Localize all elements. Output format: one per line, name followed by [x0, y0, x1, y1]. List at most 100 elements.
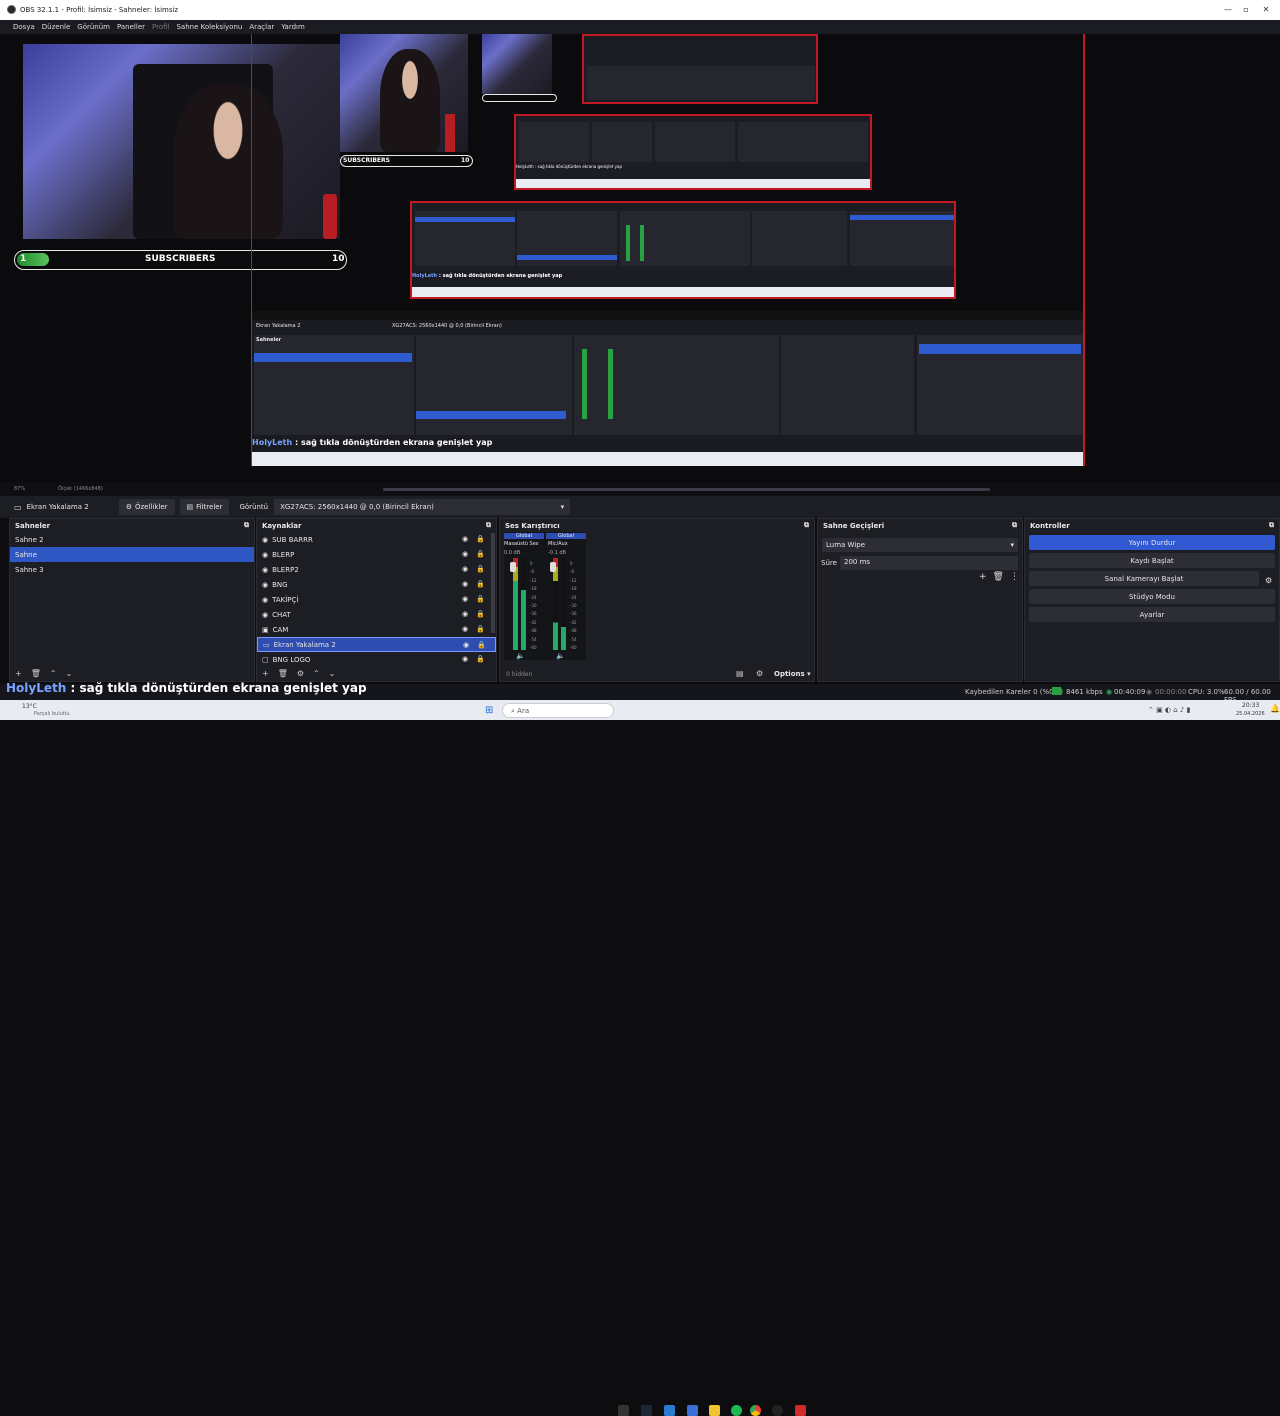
source-settings-icon[interactable]: ⚙ — [297, 669, 304, 678]
mic-volume-slider[interactable] — [550, 562, 556, 572]
lock-icon[interactable]: 🔒 — [476, 535, 485, 543]
close-icon[interactable]: ✕ — [1258, 5, 1274, 15]
steam-icon[interactable] — [641, 1405, 652, 1416]
speaker-icon[interactable]: 🔈 — [556, 652, 565, 660]
start-recording-button[interactable]: Kaydı Başlat — [1029, 553, 1275, 568]
source-item[interactable]: ◉ BNG ◉ 🔒 — [257, 577, 496, 592]
properties-button[interactable]: ⚙ Özellikler — [118, 499, 175, 515]
remove-source-icon[interactable]: 🗑 — [278, 669, 288, 678]
start-icon[interactable]: ⊞ — [485, 705, 493, 716]
source-item-selected[interactable]: ▭ Ekran Yakalama 2 ◉ 🔒 — [257, 637, 496, 652]
visibility-eye-icon[interactable]: ◉ — [462, 580, 468, 588]
task-view-icon[interactable] — [618, 1405, 629, 1416]
lock-icon[interactable]: 🔒 — [476, 610, 485, 618]
visibility-eye-icon[interactable]: ◉ — [462, 550, 468, 558]
speaker-icon[interactable]: 🔈 — [516, 652, 525, 660]
undock-icon[interactable]: ⧉ — [1012, 521, 1017, 530]
move-down-icon[interactable]: ⌄ — [329, 669, 336, 678]
source-item[interactable]: ◉ SUB BARRR ◉ 🔒 — [257, 532, 496, 547]
visibility-eye-icon[interactable]: ◉ — [462, 565, 468, 573]
display-select[interactable]: XG27ACS: 2560x1440 @ 0,0 (Birincil Ekran… — [274, 499, 571, 515]
undock-icon[interactable]: ⧉ — [1269, 521, 1274, 530]
app-icon[interactable] — [664, 1405, 675, 1416]
mixer-settings-icon[interactable]: ⚙ — [756, 669, 763, 678]
horizontal-scrollbar[interactable] — [383, 488, 990, 491]
remove-transition-icon[interactable]: 🗑 — [993, 572, 1004, 582]
visibility-eye-icon[interactable]: ◉ — [462, 595, 468, 603]
source-item[interactable]: ▣ CAM ◉ 🔒 — [257, 622, 496, 637]
add-scene-icon[interactable]: + — [15, 669, 22, 678]
menu-item-tools[interactable]: Araçlar — [249, 23, 274, 31]
source-item[interactable]: ◉ BLERP ◉ 🔒 — [257, 547, 496, 562]
desktop-volume-slider[interactable] — [510, 562, 516, 572]
scene-item-selected[interactable]: Sahne — [10, 547, 254, 562]
scene-item[interactable]: Sahne 2 — [10, 532, 254, 547]
remove-scene-icon[interactable]: 🗑 — [31, 669, 41, 678]
move-up-icon[interactable]: ⌃ — [313, 669, 320, 678]
menu-item-scene-collection[interactable]: Sahne Koleksiyonu — [176, 23, 242, 31]
lock-icon[interactable]: 🔒 — [476, 550, 485, 558]
tray-icons[interactable]: ⌃ ▣ ◐ ⌂ ♪ ▮ — [1148, 706, 1190, 714]
scene-item[interactable]: Sahne 3 — [10, 562, 254, 577]
menu-item-view[interactable]: Görünüm — [77, 23, 110, 31]
menu-item-help[interactable]: Yardım — [281, 23, 305, 31]
options-button[interactable]: Options ▾ — [774, 670, 811, 678]
canvas-scale[interactable]: Ölçek (1466x848) — [58, 486, 103, 492]
more-icon[interactable]: ⋮ — [1010, 572, 1019, 582]
visibility-eye-icon[interactable]: ◉ — [463, 641, 469, 649]
app-red-icon[interactable] — [795, 1405, 806, 1416]
settings-button[interactable]: Ayarlar — [1029, 607, 1275, 622]
studio-mode-button[interactable]: Stüdyo Modu — [1029, 589, 1275, 604]
controls-title: Kontroller — [1030, 521, 1070, 530]
lock-icon[interactable]: 🔒 — [477, 641, 486, 649]
source-item[interactable]: ◉ CHAT ◉ 🔒 — [257, 607, 496, 622]
channel-desktop-name[interactable]: Masaüstü Ses — [504, 541, 538, 547]
add-transition-icon[interactable]: + — [979, 572, 987, 582]
obs-taskbar-icon[interactable] — [772, 1405, 783, 1416]
stop-streaming-button[interactable]: Yayını Durdur — [1029, 535, 1275, 550]
minimize-icon[interactable]: — — [1220, 5, 1236, 15]
source-item[interactable]: ▢ BNG LOGO ◉ 🔒 — [257, 652, 496, 667]
maximize-icon[interactable]: ▫ — [1238, 5, 1254, 15]
preview-canvas[interactable]: 1 SUBSCRIBERS 10 SUBSCRIBERS 10 HolyLeth… — [0, 34, 1280, 482]
file-explorer-icon[interactable] — [709, 1405, 720, 1416]
zoom-level[interactable]: 87% — [14, 486, 25, 492]
menu-item-file[interactable]: Dosya — [13, 23, 35, 31]
start-virtual-camera-button[interactable]: Sanal Kamerayı Başlat — [1029, 571, 1259, 586]
lock-icon[interactable]: 🔒 — [476, 655, 485, 663]
weather-temp[interactable]: 13°C — [22, 703, 37, 710]
filters-button[interactable]: ▤ Filtreler — [179, 499, 230, 515]
chrome-icon[interactable] — [750, 1405, 761, 1416]
source-item[interactable]: ◉ BLERP2 ◉ 🔒 — [257, 562, 496, 577]
lock-icon[interactable]: 🔒 — [476, 580, 485, 588]
duration-input[interactable]: 200 ms — [840, 556, 1018, 570]
move-up-icon[interactable]: ⌃ — [50, 669, 57, 678]
menu-item-docks[interactable]: Paneller — [117, 23, 145, 31]
photos-icon[interactable] — [687, 1405, 698, 1416]
clock-time[interactable]: 20:33 — [1242, 702, 1259, 709]
channel-mic-name[interactable]: Mic/Aux — [548, 541, 568, 547]
lock-icon[interactable]: 🔒 — [476, 625, 485, 633]
visibility-eye-icon[interactable]: ◉ — [462, 655, 468, 663]
move-down-icon[interactable]: ⌄ — [66, 669, 73, 678]
add-source-icon[interactable]: + — [262, 669, 269, 678]
spotify-icon[interactable] — [731, 1405, 742, 1416]
undock-icon[interactable]: ⧉ — [244, 521, 249, 530]
source-item[interactable]: ◉ TAKİPÇİ ◉ 🔒 — [257, 592, 496, 607]
lock-icon[interactable]: 🔒 — [476, 595, 485, 603]
visibility-eye-icon[interactable]: ◉ — [462, 610, 468, 618]
undock-icon[interactable]: ⧉ — [804, 521, 809, 530]
virtual-camera-settings-icon[interactable]: ⚙ — [1265, 576, 1272, 585]
notification-icon[interactable]: 🔔 — [1270, 704, 1280, 713]
menu-item-profile[interactable]: Profil — [152, 23, 169, 31]
lock-icon[interactable]: 🔒 — [476, 565, 485, 573]
clock-date[interactable]: 25.04.2026 — [1236, 711, 1265, 717]
undock-icon[interactable]: ⧉ — [486, 521, 491, 530]
sources-scrollbar[interactable] — [491, 533, 495, 633]
visibility-eye-icon[interactable]: ◉ — [462, 535, 468, 543]
taskbar-search[interactable]: ⌕ Ara — [502, 703, 614, 718]
layout-icon[interactable]: ▤ — [736, 669, 744, 678]
transition-select[interactable]: Luma Wipe ▾ — [822, 538, 1018, 552]
menu-item-edit[interactable]: Düzenle — [42, 23, 71, 31]
visibility-eye-icon[interactable]: ◉ — [462, 625, 468, 633]
